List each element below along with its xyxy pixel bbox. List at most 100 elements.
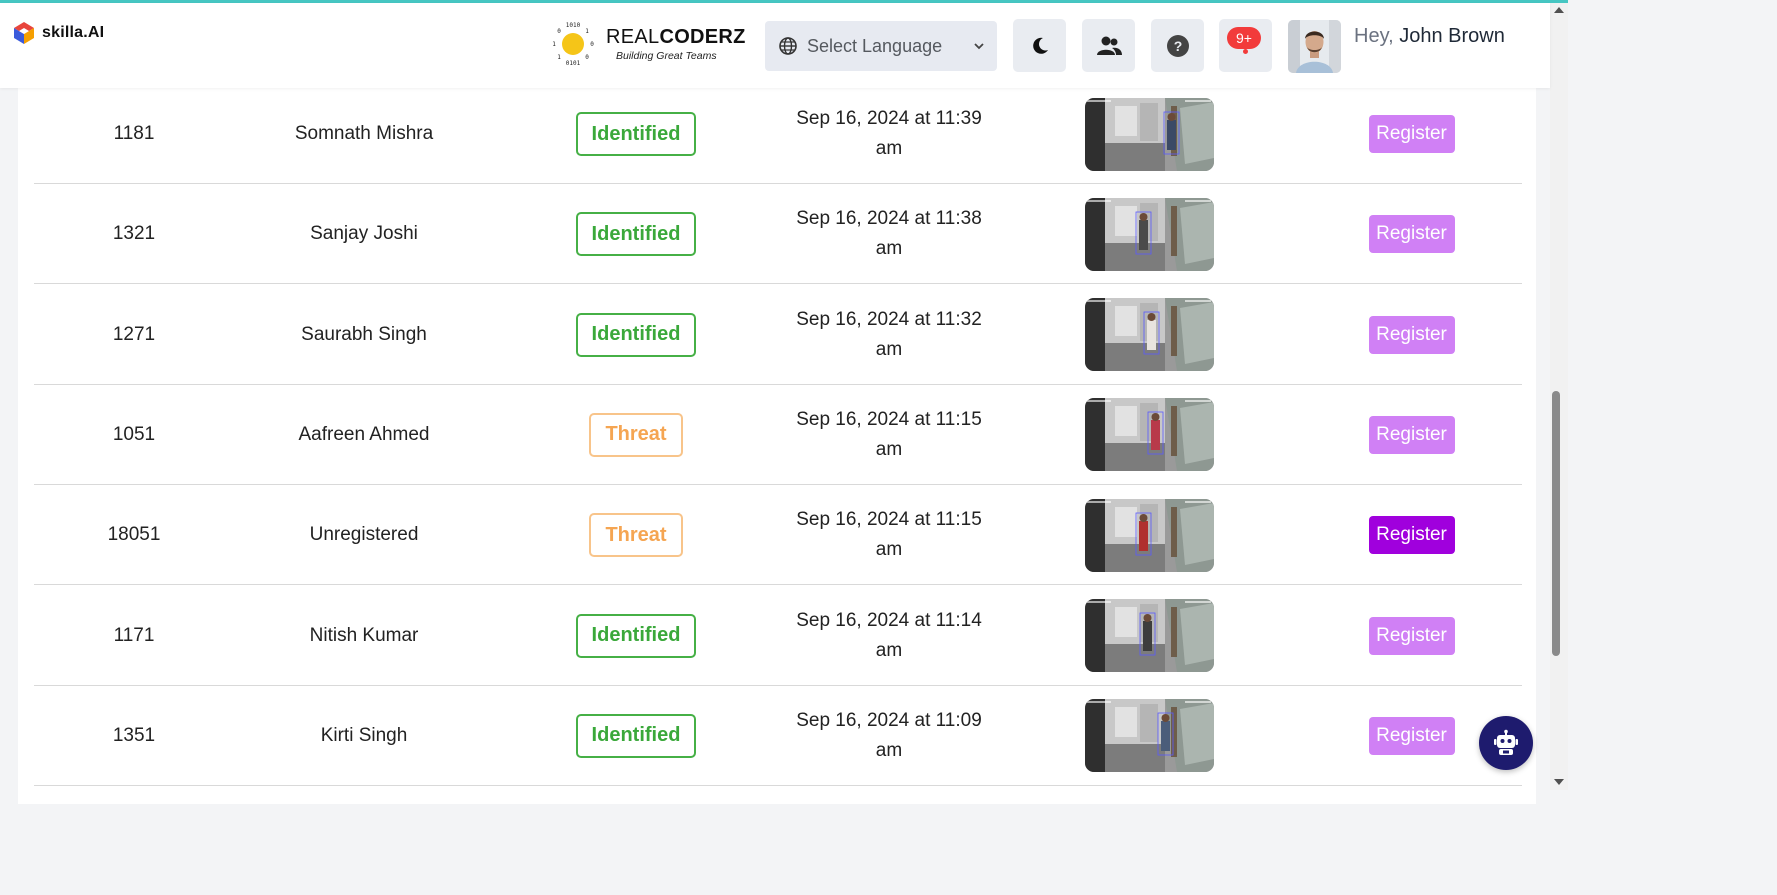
moon-icon xyxy=(1032,37,1048,54)
cctv-snapshot-image[interactable] xyxy=(1084,298,1214,372)
row-id: 18051 xyxy=(107,524,161,546)
help-button[interactable]: ? xyxy=(1151,19,1204,72)
snapshot-cell xyxy=(1084,385,1214,485)
help-icon: ? xyxy=(1166,34,1189,57)
row-id: 1321 xyxy=(112,223,156,245)
user-name: John Brown xyxy=(1399,25,1505,47)
notifications-button[interactable]: 9+ xyxy=(1219,19,1272,72)
snapshot-cell xyxy=(1084,686,1214,786)
cctv-snapshot-image[interactable] xyxy=(1084,197,1214,271)
scroll-up-arrow-icon[interactable] xyxy=(1554,7,1564,13)
language-select-label: Select Language xyxy=(807,35,943,56)
register-button[interactable]: Register xyxy=(1368,516,1455,555)
row-name: Somnath Mishra xyxy=(294,123,434,144)
row-id: 1051 xyxy=(112,423,156,445)
register-button[interactable]: Register xyxy=(1368,115,1455,153)
register-button[interactable]: Register xyxy=(1368,315,1455,354)
row-timestamp: Sep 16, 2024 at 11:39 am xyxy=(796,108,982,159)
avatar[interactable] xyxy=(1288,20,1341,73)
skilla-logo-icon xyxy=(14,22,34,44)
row-id: 1181 xyxy=(113,123,155,144)
action-cell: Register xyxy=(1354,285,1469,385)
table-row: 1351 Kirti Singh Identified Sep 16, 2024 at… xyxy=(34,686,1522,786)
detections-table: 1181 Somnath Mishra Identified Sep 16, 2024… xyxy=(18,84,1536,804)
notification-dot xyxy=(1243,49,1248,54)
table-row: 1321 Sanjay Joshi Identified Sep 16, 2024 a… xyxy=(34,184,1522,285)
svg-text:0: 0 xyxy=(585,54,589,61)
status-cell: Identified xyxy=(546,84,726,184)
status-cell: Identified xyxy=(546,285,726,385)
row-name: Aafreen Ahmed xyxy=(298,423,430,445)
users-icon xyxy=(1096,36,1122,55)
team-button[interactable] xyxy=(1082,19,1135,72)
snapshot-cell xyxy=(1084,184,1214,284)
row-name: Kirti Singh xyxy=(320,724,408,746)
notification-badge: 9+ xyxy=(1227,27,1261,49)
action-cell: Register xyxy=(1354,586,1469,686)
svg-text:0: 0 xyxy=(557,28,561,35)
status-cell: Threat xyxy=(546,385,726,485)
register-button[interactable]: Register xyxy=(1368,215,1455,254)
status-badge: Identified xyxy=(575,613,697,658)
brand-name: skilla.AI xyxy=(42,24,105,41)
scroll-down-arrow-icon[interactable] xyxy=(1554,779,1564,785)
snapshot-cell xyxy=(1084,84,1214,184)
table-row: 1051 Aafreen Ahmed Threat Sep 16, 2024 at 1… xyxy=(34,385,1522,485)
brand-logo[interactable]: skilla.AI xyxy=(12,21,104,45)
cctv-snapshot-image[interactable] xyxy=(1084,699,1214,773)
robot-icon xyxy=(1494,729,1518,755)
row-name: Sanjay Joshi xyxy=(310,223,418,245)
row-id: 1271 xyxy=(112,323,156,345)
status-badge: Threat xyxy=(589,412,683,457)
status-cell: Identified xyxy=(546,586,726,686)
status-badge: Identified xyxy=(575,312,697,357)
table-row: 1181 Somnath Mishra Identified Sep 16, 2024… xyxy=(34,84,1522,184)
realcoderz-sun-icon: 1010 0101 1 0 0 1 1 0 xyxy=(552,22,594,67)
svg-text:1010: 1010 xyxy=(566,22,581,29)
svg-text:0101: 0101 xyxy=(566,60,581,67)
row-timestamp: Sep 16, 2024 at 11:09 am xyxy=(796,709,982,761)
row-name: Nitish Kumar xyxy=(309,624,419,646)
dark-mode-button[interactable] xyxy=(1013,19,1066,72)
table-row: 1171 Nitish Kumar Identified Sep 16, 2024 a… xyxy=(34,586,1522,686)
row-timestamp: Sep 16, 2024 at 11:14 am xyxy=(796,609,982,661)
svg-text:1: 1 xyxy=(585,28,589,35)
row-id: 1171 xyxy=(113,624,155,646)
top-header: skilla.AI 1010 0101 1 0 0 1 1 0 REALCODE… xyxy=(0,3,1550,88)
snapshot-cell xyxy=(1084,285,1214,385)
user-avatar-image xyxy=(1288,20,1341,73)
chatbot-button[interactable] xyxy=(1479,716,1533,770)
action-cell: Register xyxy=(1354,184,1469,284)
table-row: 18051 Unregistered Threat Sep 16, 2024 at 1… xyxy=(34,485,1522,586)
status-cell: Identified xyxy=(546,184,726,284)
globe-icon xyxy=(779,37,797,55)
cctv-snapshot-image[interactable] xyxy=(1084,97,1214,171)
cctv-snapshot-image[interactable] xyxy=(1084,599,1214,672)
svg-text:0: 0 xyxy=(590,41,594,48)
row-timestamp: Sep 16, 2024 at 11:38 am xyxy=(796,208,982,260)
register-button[interactable]: Register xyxy=(1368,716,1455,755)
status-cell: Identified xyxy=(546,686,726,786)
snapshot-cell xyxy=(1084,586,1214,686)
status-cell: Threat xyxy=(546,485,726,585)
row-timestamp: Sep 16, 2024 at 11:15 am xyxy=(796,509,982,561)
row-name: Unregistered xyxy=(309,524,419,546)
cctv-snapshot-image[interactable] xyxy=(1084,498,1214,572)
action-cell: Register xyxy=(1354,84,1469,184)
status-badge: Identified xyxy=(575,713,697,758)
scrollbar[interactable] xyxy=(1550,3,1568,790)
scrollbar-thumb[interactable] xyxy=(1552,391,1560,656)
register-button[interactable]: Register xyxy=(1368,415,1455,454)
status-badge: Identified xyxy=(575,212,697,257)
action-cell: Register xyxy=(1354,385,1469,485)
svg-text:?: ? xyxy=(1173,38,1182,54)
cctv-snapshot-image[interactable] xyxy=(1084,398,1214,472)
org-name: REALCODERZ xyxy=(606,26,746,48)
register-button[interactable]: Register xyxy=(1368,616,1455,655)
action-cell: Register xyxy=(1354,686,1469,786)
language-select[interactable]: Select Language xyxy=(765,21,997,71)
svg-text:1: 1 xyxy=(557,54,561,61)
svg-text:1: 1 xyxy=(552,41,556,48)
status-badge: Threat xyxy=(589,513,683,558)
user-greeting: Hey, John Brown xyxy=(1354,25,1505,47)
